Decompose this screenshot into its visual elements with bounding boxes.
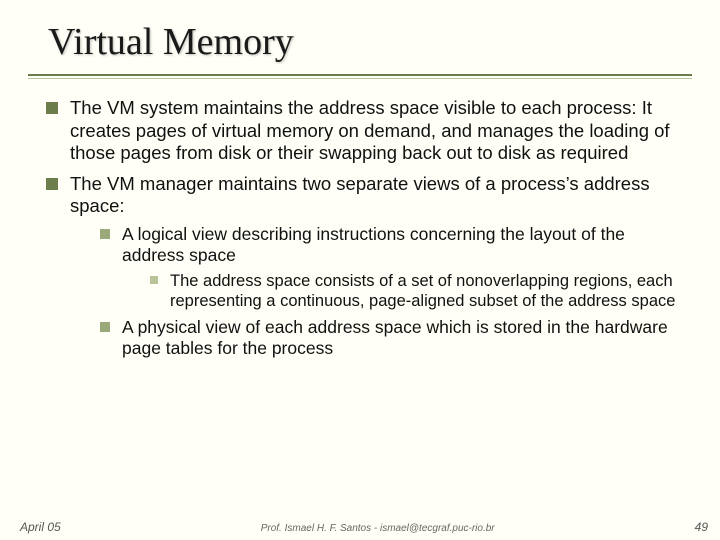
bullet-text: A physical view of each address space wh… <box>122 317 668 358</box>
footer-date: April 05 <box>20 520 61 534</box>
page-title: Virtual Memory <box>48 20 720 64</box>
footer: April 05 Prof. Ismael H. F. Santos - ism… <box>0 520 720 534</box>
divider <box>28 74 692 76</box>
bullet-l1: The VM system maintains the address spac… <box>46 97 686 165</box>
bullet-text: The address space consists of a set of n… <box>170 272 675 310</box>
bullet-l3: The address space consists of a set of n… <box>150 271 686 311</box>
bullet-l2: A logical view describing instructions c… <box>100 224 686 311</box>
bullet-text: A logical view describing instructions c… <box>122 224 625 265</box>
bullet-text: The VM system maintains the address spac… <box>70 97 670 163</box>
footer-page-number: 49 <box>695 520 708 534</box>
bullet-text: The VM manager maintains two separate vi… <box>70 173 650 217</box>
slide-body: The VM system maintains the address spac… <box>0 79 720 359</box>
bullet-l2: A physical view of each address space wh… <box>100 317 686 360</box>
footer-author: Prof. Ismael H. F. Santos - ismael@tecgr… <box>61 523 695 534</box>
bullet-l1: The VM manager maintains two separate vi… <box>46 173 686 360</box>
